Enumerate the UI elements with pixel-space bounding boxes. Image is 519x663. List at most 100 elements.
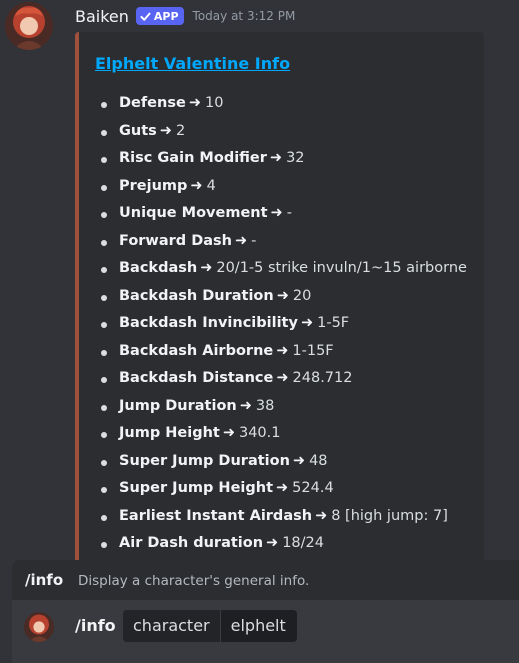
- autocomplete-command[interactable]: /info: [25, 571, 63, 589]
- arrow-icon: ➜: [300, 315, 314, 331]
- option-value-input[interactable]: elphelt: [221, 610, 297, 642]
- arrow-icon: ➜: [266, 535, 279, 551]
- arrow-icon: ➜: [276, 342, 289, 359]
- bullet-icon: [101, 459, 107, 466]
- field-name: Forward Dash: [119, 232, 232, 249]
- field-name: Guts: [119, 122, 157, 139]
- arrow-icon: ➜: [190, 177, 203, 194]
- embed-field: Risc Gain Modifier ➜ 32: [101, 150, 467, 178]
- field-value: 340.1: [238, 425, 281, 441]
- bullet-icon: [101, 349, 107, 356]
- field-value: 2: [175, 122, 186, 139]
- autocomplete-description: Display a character's general info.: [78, 573, 310, 589]
- message-composer[interactable]: /info character elphelt: [12, 600, 519, 663]
- arrow-icon: ➜: [269, 150, 283, 166]
- field-value: 32: [286, 150, 305, 166]
- field-name: Earliest Instant Airdash: [119, 507, 313, 524]
- bullet-icon: [101, 212, 107, 218]
- bullet-icon: [101, 102, 107, 108]
- embed-field: Super Jump Height ➜ 524.4: [101, 480, 467, 508]
- embed-field: Prejump ➜ 4: [101, 178, 467, 206]
- embed-field: Earliest Instant Airdash ➜ 8 [high jump: 7…: [101, 508, 467, 536]
- bullet-icon: [101, 377, 107, 383]
- field-value: -: [251, 232, 257, 249]
- option-name[interactable]: character: [123, 610, 221, 642]
- embed-field: Guts ➜ 2: [101, 123, 467, 151]
- embed-field: Forward Dash ➜ -: [101, 233, 467, 261]
- arrow-icon: ➜: [276, 370, 289, 386]
- field-name: Backdash Duration: [119, 287, 274, 304]
- field-value: 1-15F: [292, 342, 334, 359]
- field-name: Backdash Airborne: [119, 342, 274, 359]
- bullet-icon: [101, 487, 107, 493]
- bullet-icon: [101, 542, 107, 548]
- field-name: Super Jump Height: [119, 480, 274, 496]
- field-value: 20/1-5 strike invuln/1~15 airborne: [216, 260, 467, 276]
- avatar-image: [5, 2, 53, 50]
- composer-command: /info: [75, 616, 116, 635]
- arrow-icon: ➜: [200, 260, 213, 276]
- arrow-icon: ➜: [276, 287, 289, 304]
- embed-field: Backdash Duration ➜ 20: [101, 288, 467, 316]
- bullet-icon: [101, 267, 107, 273]
- embed-field-list: Defense ➜ 10 Guts ➜ 2 Risc Gain Modifier ➜ 32 Pre…: [101, 95, 467, 563]
- bullet-icon: [101, 404, 107, 411]
- bullet-icon: [101, 322, 107, 328]
- field-value: 48: [309, 452, 328, 469]
- arrow-icon: ➜: [188, 95, 201, 111]
- embed-field: Backdash Distance ➜ 248.712: [101, 370, 467, 398]
- arrow-icon: ➜: [222, 425, 235, 441]
- field-value: 524.4: [292, 480, 334, 496]
- bullet-icon: [101, 129, 107, 136]
- field-value: -: [286, 205, 292, 221]
- field-value: 248.712: [292, 370, 353, 386]
- bullet-icon: [101, 239, 107, 246]
- field-value: 4: [206, 177, 216, 194]
- message-timestamp[interactable]: Today at 3:12 PM: [193, 9, 296, 23]
- embed-title-link[interactable]: Elphelt Valentine Info: [95, 54, 290, 73]
- field-name: Jump Duration: [119, 397, 237, 414]
- embed-field: Defense ➜ 10: [101, 95, 467, 123]
- arrow-icon: ➜: [276, 480, 289, 496]
- author-avatar[interactable]: [5, 2, 53, 50]
- field-name: Risc Gain Modifier: [119, 150, 267, 166]
- arrow-icon: ➜: [292, 452, 306, 469]
- command-option-pill[interactable]: character elphelt: [123, 610, 297, 642]
- command-autocomplete[interactable]: /info Display a character's general info…: [12, 560, 519, 600]
- field-value: 20: [292, 287, 312, 304]
- bullet-icon: [101, 294, 107, 301]
- avatar-image: [24, 612, 54, 642]
- bullet-icon: [101, 514, 107, 521]
- field-name: Backdash: [119, 260, 198, 276]
- embed-field: Super Jump Duration ➜ 48: [101, 453, 467, 481]
- field-name: Backdash Invincibility: [119, 315, 298, 331]
- arrow-icon: ➜: [159, 122, 172, 139]
- author-name[interactable]: Baiken: [75, 7, 129, 26]
- message-header: Baiken APP Today at 3:12 PM: [75, 6, 295, 26]
- arrow-icon: ➜: [315, 507, 328, 524]
- chat-message: Baiken APP Today at 3:12 PM Elphelt Vale…: [0, 0, 519, 572]
- arrow-icon: ➜: [234, 232, 248, 249]
- embed-field: Backdash Airborne ➜ 1-15F: [101, 343, 467, 371]
- field-value: 8 [high jump: 7]: [331, 507, 448, 524]
- field-value: 10: [204, 95, 224, 111]
- embed-field: Backdash Invincibility ➜ 1-5F: [101, 315, 467, 343]
- embed-field: Jump Duration ➜ 38: [101, 398, 467, 426]
- field-name: Super Jump Duration: [119, 452, 290, 469]
- bullet-icon: [101, 432, 107, 438]
- arrow-icon: ➜: [270, 205, 283, 221]
- field-value: 1-5F: [317, 315, 350, 331]
- bullet-icon: [101, 157, 107, 163]
- field-name: Unique Movement: [119, 205, 268, 221]
- field-name: Backdash Distance: [119, 370, 274, 386]
- field-name: Air Dash duration: [119, 535, 264, 551]
- arrow-icon: ➜: [239, 397, 252, 414]
- verified-check-icon: [140, 12, 151, 21]
- embed-card: Elphelt Valentine Info Defense ➜ 10 Guts ➜ 2 R…: [75, 32, 484, 572]
- field-name: Prejump: [119, 177, 188, 194]
- field-value: 38: [255, 397, 275, 414]
- embed-field: Unique Movement ➜ -: [101, 205, 467, 233]
- app-badge: APP: [135, 7, 184, 25]
- field-value: 18/24: [282, 535, 324, 551]
- embed-field: Backdash ➜ 20/1-5 strike invuln/1~15 airbo…: [101, 260, 467, 288]
